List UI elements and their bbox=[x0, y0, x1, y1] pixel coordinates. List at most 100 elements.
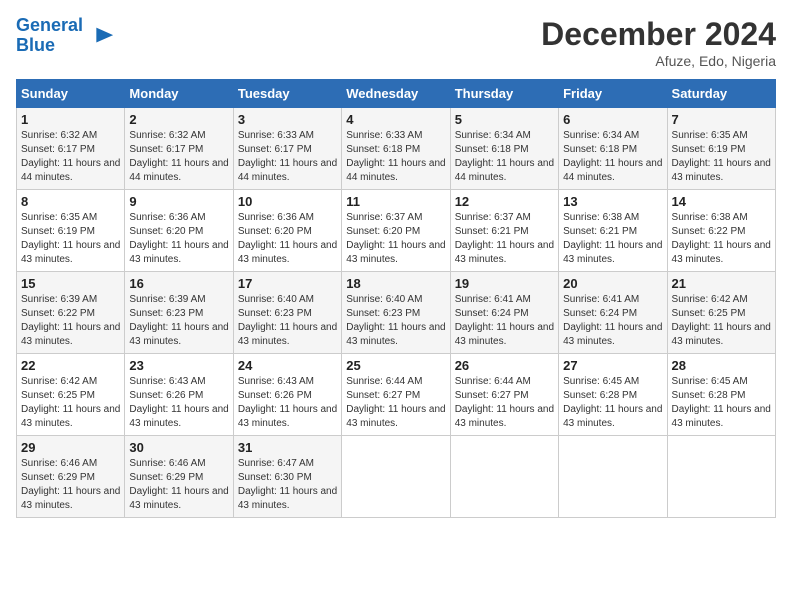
day-number: 18 bbox=[346, 276, 445, 291]
calendar-cell: 1 Sunrise: 6:32 AM Sunset: 6:17 PM Dayli… bbox=[17, 108, 125, 190]
calendar-cell: 27 Sunrise: 6:45 AM Sunset: 6:28 PM Dayl… bbox=[559, 354, 667, 436]
calendar-cell: 7 Sunrise: 6:35 AM Sunset: 6:19 PM Dayli… bbox=[667, 108, 775, 190]
day-number: 21 bbox=[672, 276, 771, 291]
day-info: Sunrise: 6:33 AM Sunset: 6:18 PM Dayligh… bbox=[346, 129, 445, 185]
day-info: Sunrise: 6:44 AM Sunset: 6:27 PM Dayligh… bbox=[346, 375, 445, 431]
day-number: 25 bbox=[346, 358, 445, 373]
logo-line1: General bbox=[16, 15, 83, 35]
day-number: 1 bbox=[21, 112, 120, 127]
header-thursday: Thursday bbox=[450, 80, 558, 108]
day-number: 29 bbox=[21, 440, 120, 455]
calendar-cell: 13 Sunrise: 6:38 AM Sunset: 6:21 PM Dayl… bbox=[559, 190, 667, 272]
calendar-cell: 21 Sunrise: 6:42 AM Sunset: 6:25 PM Dayl… bbox=[667, 272, 775, 354]
day-info: Sunrise: 6:32 AM Sunset: 6:17 PM Dayligh… bbox=[129, 129, 228, 185]
header-tuesday: Tuesday bbox=[233, 80, 341, 108]
day-number: 20 bbox=[563, 276, 662, 291]
day-info: Sunrise: 6:37 AM Sunset: 6:20 PM Dayligh… bbox=[346, 211, 445, 267]
day-number: 27 bbox=[563, 358, 662, 373]
logo-icon bbox=[87, 22, 115, 50]
calendar-cell: 10 Sunrise: 6:36 AM Sunset: 6:20 PM Dayl… bbox=[233, 190, 341, 272]
calendar-cell: 14 Sunrise: 6:38 AM Sunset: 6:22 PM Dayl… bbox=[667, 190, 775, 272]
day-info: Sunrise: 6:45 AM Sunset: 6:28 PM Dayligh… bbox=[672, 375, 771, 431]
calendar-cell: 24 Sunrise: 6:43 AM Sunset: 6:26 PM Dayl… bbox=[233, 354, 341, 436]
calendar-cell: 22 Sunrise: 6:42 AM Sunset: 6:25 PM Dayl… bbox=[17, 354, 125, 436]
day-number: 13 bbox=[563, 194, 662, 209]
day-number: 23 bbox=[129, 358, 228, 373]
calendar-week-3: 15 Sunrise: 6:39 AM Sunset: 6:22 PM Dayl… bbox=[17, 272, 776, 354]
day-number: 14 bbox=[672, 194, 771, 209]
calendar-week-2: 8 Sunrise: 6:35 AM Sunset: 6:19 PM Dayli… bbox=[17, 190, 776, 272]
day-number: 5 bbox=[455, 112, 554, 127]
calendar-cell: 31 Sunrise: 6:47 AM Sunset: 6:30 PM Dayl… bbox=[233, 436, 341, 518]
calendar-cell: 29 Sunrise: 6:46 AM Sunset: 6:29 PM Dayl… bbox=[17, 436, 125, 518]
calendar-cell: 5 Sunrise: 6:34 AM Sunset: 6:18 PM Dayli… bbox=[450, 108, 558, 190]
calendar-cell: 18 Sunrise: 6:40 AM Sunset: 6:23 PM Dayl… bbox=[342, 272, 450, 354]
day-number: 11 bbox=[346, 194, 445, 209]
day-info: Sunrise: 6:38 AM Sunset: 6:22 PM Dayligh… bbox=[672, 211, 771, 267]
day-info: Sunrise: 6:38 AM Sunset: 6:21 PM Dayligh… bbox=[563, 211, 662, 267]
day-number: 7 bbox=[672, 112, 771, 127]
day-info: Sunrise: 6:34 AM Sunset: 6:18 PM Dayligh… bbox=[455, 129, 554, 185]
day-info: Sunrise: 6:46 AM Sunset: 6:29 PM Dayligh… bbox=[129, 457, 228, 513]
page-header: General Blue December 2024 Afuze, Edo, N… bbox=[16, 16, 776, 69]
calendar-cell: 26 Sunrise: 6:44 AM Sunset: 6:27 PM Dayl… bbox=[450, 354, 558, 436]
calendar-cell bbox=[450, 436, 558, 518]
calendar-cell bbox=[667, 436, 775, 518]
day-info: Sunrise: 6:36 AM Sunset: 6:20 PM Dayligh… bbox=[129, 211, 228, 267]
day-info: Sunrise: 6:40 AM Sunset: 6:23 PM Dayligh… bbox=[346, 293, 445, 349]
day-info: Sunrise: 6:33 AM Sunset: 6:17 PM Dayligh… bbox=[238, 129, 337, 185]
calendar-cell: 11 Sunrise: 6:37 AM Sunset: 6:20 PM Dayl… bbox=[342, 190, 450, 272]
calendar-cell: 28 Sunrise: 6:45 AM Sunset: 6:28 PM Dayl… bbox=[667, 354, 775, 436]
calendar-table: SundayMondayTuesdayWednesdayThursdayFrid… bbox=[16, 79, 776, 518]
day-number: 28 bbox=[672, 358, 771, 373]
day-info: Sunrise: 6:46 AM Sunset: 6:29 PM Dayligh… bbox=[21, 457, 120, 513]
day-number: 16 bbox=[129, 276, 228, 291]
day-number: 8 bbox=[21, 194, 120, 209]
calendar-header-row: SundayMondayTuesdayWednesdayThursdayFrid… bbox=[17, 80, 776, 108]
day-number: 17 bbox=[238, 276, 337, 291]
day-info: Sunrise: 6:43 AM Sunset: 6:26 PM Dayligh… bbox=[238, 375, 337, 431]
calendar-cell: 3 Sunrise: 6:33 AM Sunset: 6:17 PM Dayli… bbox=[233, 108, 341, 190]
day-info: Sunrise: 6:35 AM Sunset: 6:19 PM Dayligh… bbox=[21, 211, 120, 267]
day-info: Sunrise: 6:39 AM Sunset: 6:22 PM Dayligh… bbox=[21, 293, 120, 349]
day-number: 4 bbox=[346, 112, 445, 127]
header-monday: Monday bbox=[125, 80, 233, 108]
day-info: Sunrise: 6:41 AM Sunset: 6:24 PM Dayligh… bbox=[563, 293, 662, 349]
calendar-cell: 9 Sunrise: 6:36 AM Sunset: 6:20 PM Dayli… bbox=[125, 190, 233, 272]
header-saturday: Saturday bbox=[667, 80, 775, 108]
header-sunday: Sunday bbox=[17, 80, 125, 108]
title-block: December 2024 Afuze, Edo, Nigeria bbox=[541, 16, 776, 69]
month-title: December 2024 bbox=[541, 16, 776, 53]
calendar-week-1: 1 Sunrise: 6:32 AM Sunset: 6:17 PM Dayli… bbox=[17, 108, 776, 190]
calendar-cell: 4 Sunrise: 6:33 AM Sunset: 6:18 PM Dayli… bbox=[342, 108, 450, 190]
day-info: Sunrise: 6:40 AM Sunset: 6:23 PM Dayligh… bbox=[238, 293, 337, 349]
calendar-cell: 16 Sunrise: 6:39 AM Sunset: 6:23 PM Dayl… bbox=[125, 272, 233, 354]
day-info: Sunrise: 6:36 AM Sunset: 6:20 PM Dayligh… bbox=[238, 211, 337, 267]
calendar-cell: 23 Sunrise: 6:43 AM Sunset: 6:26 PM Dayl… bbox=[125, 354, 233, 436]
calendar-cell: 2 Sunrise: 6:32 AM Sunset: 6:17 PM Dayli… bbox=[125, 108, 233, 190]
calendar-cell: 25 Sunrise: 6:44 AM Sunset: 6:27 PM Dayl… bbox=[342, 354, 450, 436]
day-number: 9 bbox=[129, 194, 228, 209]
day-number: 15 bbox=[21, 276, 120, 291]
day-info: Sunrise: 6:45 AM Sunset: 6:28 PM Dayligh… bbox=[563, 375, 662, 431]
calendar-cell: 15 Sunrise: 6:39 AM Sunset: 6:22 PM Dayl… bbox=[17, 272, 125, 354]
day-number: 6 bbox=[563, 112, 662, 127]
day-info: Sunrise: 6:32 AM Sunset: 6:17 PM Dayligh… bbox=[21, 129, 120, 185]
day-info: Sunrise: 6:43 AM Sunset: 6:26 PM Dayligh… bbox=[129, 375, 228, 431]
day-number: 31 bbox=[238, 440, 337, 455]
calendar-cell bbox=[559, 436, 667, 518]
calendar-cell: 6 Sunrise: 6:34 AM Sunset: 6:18 PM Dayli… bbox=[559, 108, 667, 190]
day-info: Sunrise: 6:42 AM Sunset: 6:25 PM Dayligh… bbox=[21, 375, 120, 431]
day-info: Sunrise: 6:34 AM Sunset: 6:18 PM Dayligh… bbox=[563, 129, 662, 185]
day-number: 2 bbox=[129, 112, 228, 127]
day-number: 26 bbox=[455, 358, 554, 373]
day-info: Sunrise: 6:47 AM Sunset: 6:30 PM Dayligh… bbox=[238, 457, 337, 513]
day-info: Sunrise: 6:42 AM Sunset: 6:25 PM Dayligh… bbox=[672, 293, 771, 349]
day-number: 24 bbox=[238, 358, 337, 373]
day-number: 10 bbox=[238, 194, 337, 209]
day-number: 22 bbox=[21, 358, 120, 373]
calendar-cell: 19 Sunrise: 6:41 AM Sunset: 6:24 PM Dayl… bbox=[450, 272, 558, 354]
day-info: Sunrise: 6:35 AM Sunset: 6:19 PM Dayligh… bbox=[672, 129, 771, 185]
calendar-week-5: 29 Sunrise: 6:46 AM Sunset: 6:29 PM Dayl… bbox=[17, 436, 776, 518]
calendar-cell: 30 Sunrise: 6:46 AM Sunset: 6:29 PM Dayl… bbox=[125, 436, 233, 518]
